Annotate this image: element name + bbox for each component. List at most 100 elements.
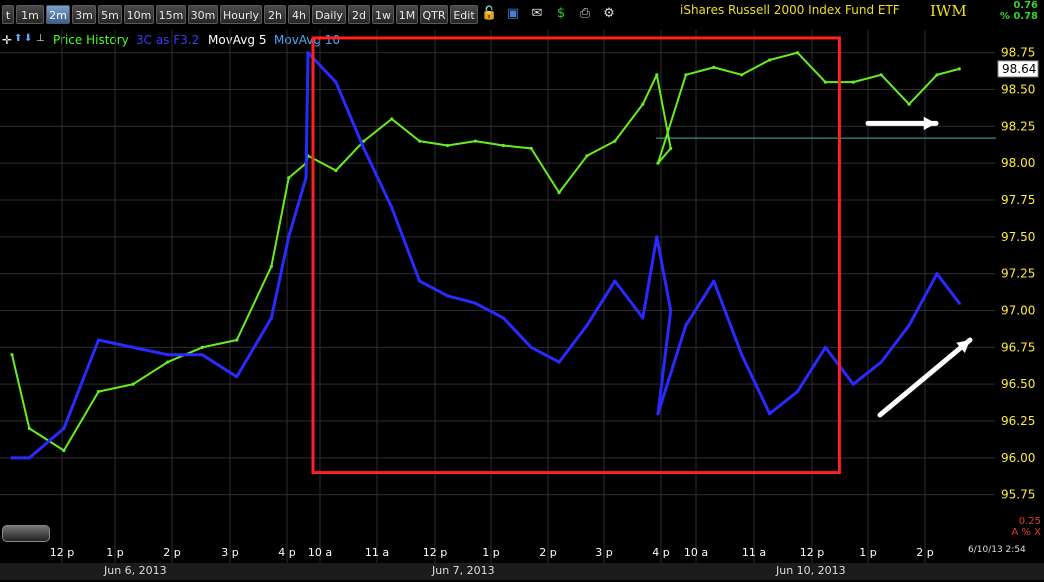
y-tick-label: 97.00 [1001,304,1035,318]
y-tick-label: 96.50 [1001,377,1035,391]
indicator-point [166,353,170,357]
indicator-point [269,316,273,320]
last-price-label: 98.64 [1002,62,1036,76]
x-tick-label: 4 p [652,546,669,559]
timeframe-1m-button[interactable]: 1m [16,5,44,24]
price-point [269,264,273,268]
timeframe-hourly-button[interactable]: Hourly [220,5,262,24]
timeframe-10m-button[interactable]: 10m [124,5,154,24]
price-point [166,360,170,364]
timeframe-qtr-button[interactable]: QTR [420,5,448,24]
price-point [879,73,883,77]
price-point [473,139,477,143]
price-point [131,382,135,386]
indicator-point [656,412,660,416]
scale-controls[interactable]: A % X [1011,527,1041,538]
chart-title: iShares Russell 2000 Index Fund ETF [680,3,900,17]
timeframe-1w-button[interactable]: 1w [372,5,394,24]
timeframe-1m-button[interactable]: 1M [396,5,418,24]
price-point [907,102,911,106]
scroll-handle[interactable] [2,525,50,542]
price-point [740,73,744,77]
price-point [684,73,688,77]
y-tick-label: 95.75 [1001,488,1035,502]
y-tick-label: 96.75 [1001,340,1035,354]
symbol-label: IWM [930,2,967,20]
indicator-point [684,323,688,327]
timeframe-2m-button[interactable]: 2m [46,5,70,24]
indicator-point [740,353,744,357]
lock-icon[interactable]: 🔓 [481,6,497,22]
print-icon[interactable]: ⎙ [577,6,593,22]
price-line [11,51,960,452]
indicator-point [529,345,533,349]
timeframe-2d-button[interactable]: 2d [348,5,370,24]
price-point [935,73,939,77]
indicator-point [418,279,422,283]
indicator-point [287,235,291,239]
price-point [418,139,422,143]
price-point [390,117,394,121]
x-tick-label: 2 p [539,546,556,559]
mail-icon[interactable]: ✉ [529,6,545,22]
price-point [287,176,291,180]
indicator-point [501,316,505,320]
indicator-point [613,279,617,283]
save-icon[interactable]: ▣ [505,6,521,22]
y-tick-label: 98.25 [1001,119,1035,133]
price-point [334,168,338,173]
change-value: 0.76 [1013,0,1038,11]
indicator-point [795,390,800,394]
indicator-point [585,323,589,327]
price-point [10,353,14,357]
x-tick-label: 3 p [595,546,612,559]
indicator-point [304,176,308,180]
indicator-point [445,294,450,298]
price-point [669,146,673,150]
change-percent: % 0.78 [999,11,1038,22]
indicator-point [957,301,961,305]
indicator-point [557,360,561,364]
timeframe-t-button[interactable]: t [2,5,14,24]
indicator-point [10,456,14,460]
indicator-point [131,345,135,349]
indicator-point [235,375,239,379]
y-tick-label: 96.00 [1001,451,1035,465]
x-tick-label: 10 a [308,546,332,559]
indicator-point [655,235,659,239]
x-tick-label: 2 p [163,546,180,559]
y-tick-label: 98.50 [1001,83,1035,97]
price-point [823,80,828,84]
price-point [851,80,855,84]
timeframe-15m-button[interactable]: 15m [156,5,186,24]
price-chart[interactable]: 98.75 98.50 98.25 98.00 97.75 97.50 97.25 97.00… [0,30,1044,563]
y-tick-label: 96.25 [1001,414,1035,428]
timeframe-4h-button[interactable]: 4h [288,5,310,24]
timeframe-edit-button[interactable]: Edit [450,5,478,24]
timestamp: 6/10/13 2:54 [968,545,1026,555]
price-point [27,426,31,430]
price-point [235,338,239,342]
gear-icon[interactable]: ⚙ [601,6,617,22]
timeframe-5m-button[interactable]: 5m [98,5,122,24]
price-point [655,73,659,77]
indicator-point [473,301,477,305]
price-point [613,139,617,143]
price-point [501,143,505,148]
price-point [445,143,450,148]
timeframe-3m-button[interactable]: 3m [72,5,96,24]
indicator-point [851,382,855,386]
x-tick-label: 10 a [684,546,708,559]
indicator-point [96,338,101,342]
arrow-right-head [923,116,936,131]
dollar-icon[interactable]: $ [553,6,569,22]
price-point [656,161,660,165]
price-point [712,65,716,69]
indicator-point [362,146,366,150]
price-point [795,51,800,55]
indicator-point [62,426,66,430]
indicator-point [641,316,645,320]
timeframe-30m-button[interactable]: 30m [188,5,218,24]
timeframe-2h-button[interactable]: 2h [264,5,286,24]
timeframe-daily-button[interactable]: Daily [312,5,346,24]
